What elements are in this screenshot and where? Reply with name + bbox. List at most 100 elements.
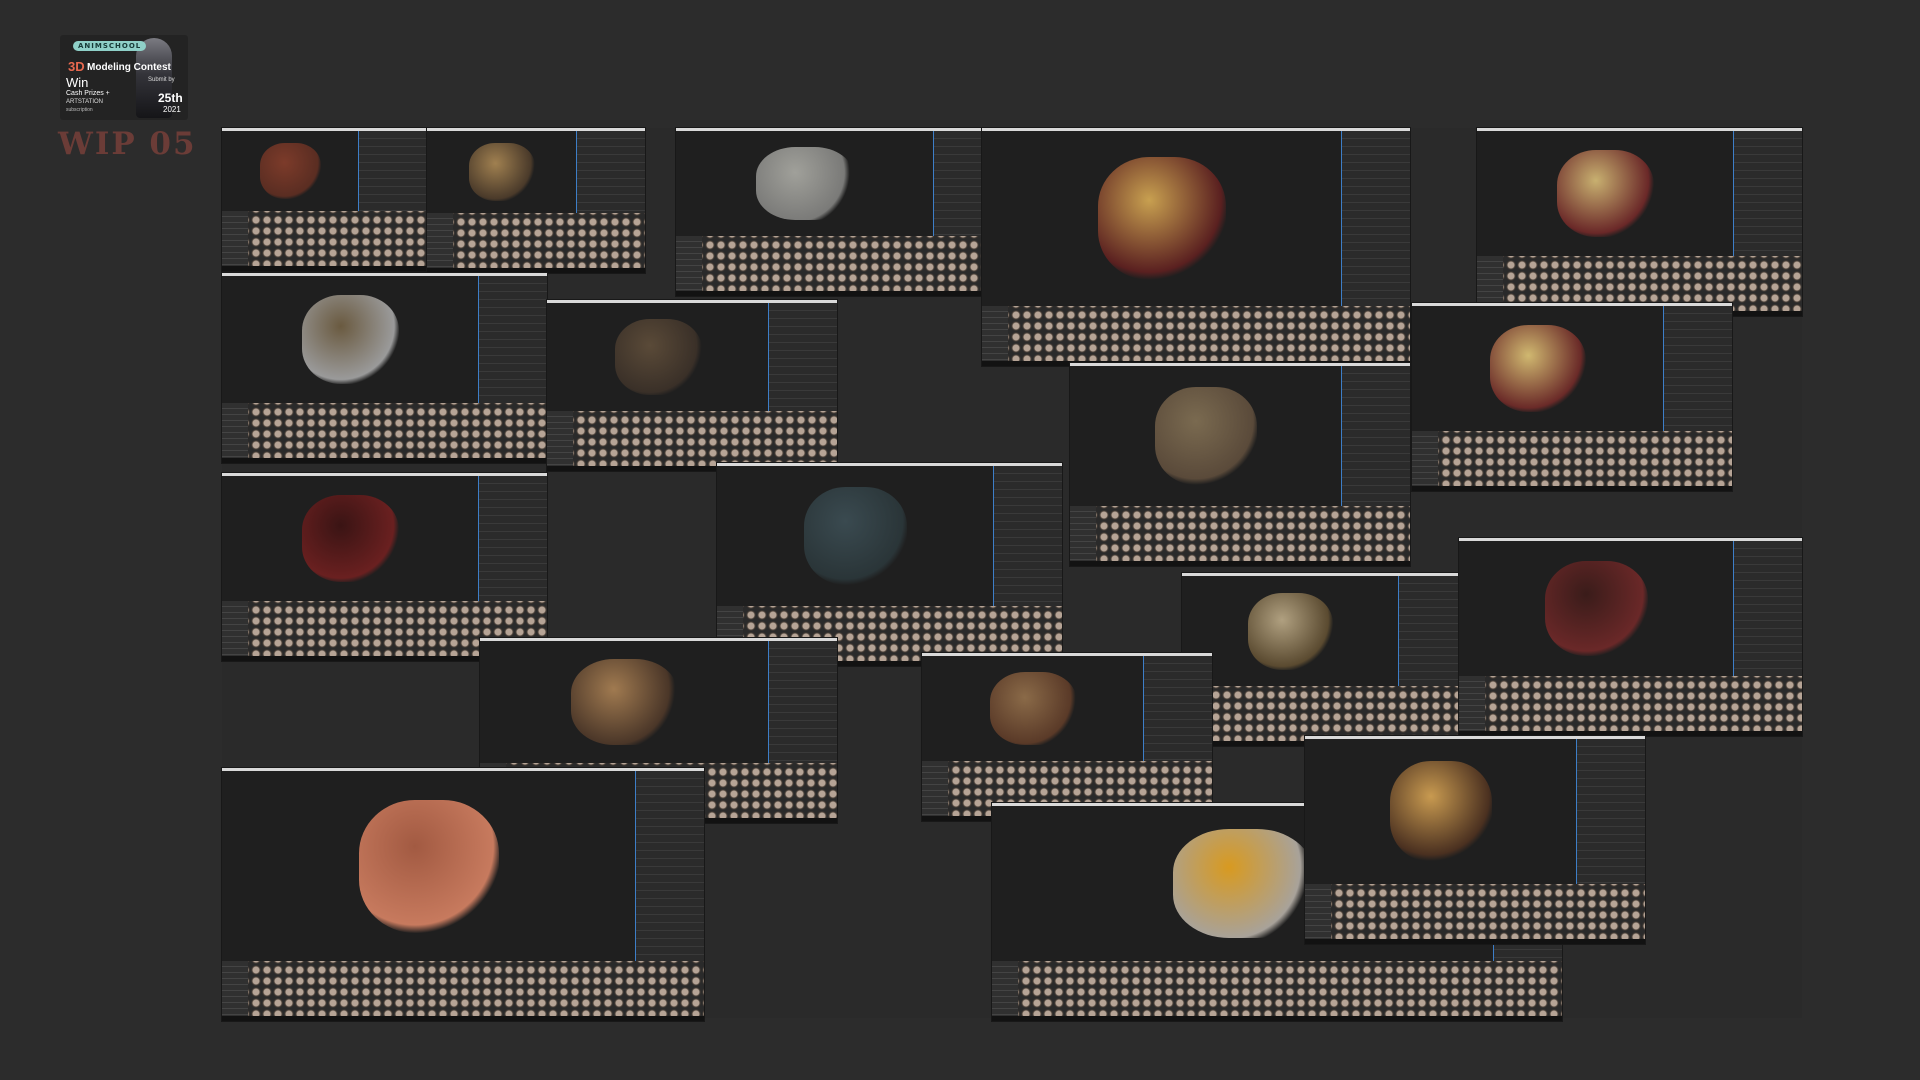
material-shelf — [676, 236, 1002, 296]
asset-hammer — [756, 146, 854, 221]
asset-arm-wrap-1 — [1556, 149, 1655, 238]
properties-panel — [768, 641, 837, 763]
viewport — [1459, 541, 1734, 676]
asset-chain-pad — [1155, 387, 1257, 485]
taskbar — [676, 291, 1002, 296]
viewport — [547, 303, 769, 411]
taskbar — [1070, 561, 1410, 566]
asset-cloth-pants — [803, 487, 908, 585]
viewport — [222, 276, 479, 403]
viewport — [480, 641, 769, 763]
properties-panel — [1733, 131, 1802, 256]
badge-artstation-sub: subscription — [66, 107, 93, 113]
screenshot-sling — [922, 653, 1212, 821]
screenshot-belt-ring — [427, 128, 645, 273]
material-shelf — [1070, 506, 1410, 566]
viewport — [1305, 739, 1577, 884]
screenshot-cloth-pants — [717, 463, 1062, 666]
screenshot-collage — [222, 128, 1802, 1021]
properties-panel — [635, 771, 704, 961]
material-shelf — [1412, 431, 1732, 491]
screenshot-straps-uv — [982, 128, 1410, 366]
screenshot-dagger — [1182, 573, 1467, 746]
properties-panel — [1341, 131, 1410, 306]
screenshot-chain-pad — [1070, 363, 1410, 566]
asset-belt-ring — [469, 143, 535, 201]
contest-badge: ANIMSCHOOL 3D Modeling Contest Win Submi… — [60, 35, 188, 120]
viewport — [1477, 131, 1734, 256]
asset-dwarf-sculpt — [1173, 829, 1313, 938]
viewport — [982, 131, 1342, 306]
properties-panel — [1143, 656, 1212, 761]
viewport — [717, 466, 994, 606]
screenshot-troll-render — [222, 768, 704, 1021]
material-shelf — [1459, 676, 1802, 736]
badge-day: 25th — [158, 91, 183, 105]
taskbar — [1412, 486, 1732, 491]
asset-sling — [989, 671, 1077, 746]
badge-submit: Submit by — [148, 77, 175, 83]
asset-belt-holster — [570, 659, 679, 745]
asset-bracer-small — [259, 143, 322, 199]
badge-year: 2021 — [163, 105, 181, 114]
viewport — [922, 656, 1144, 761]
asset-bracer-large — [1545, 561, 1648, 656]
material-shelf — [547, 411, 837, 471]
asset-dagger — [1247, 592, 1334, 670]
taskbar — [222, 458, 547, 463]
taskbar — [992, 1016, 1562, 1021]
asset-boots — [614, 319, 702, 395]
properties-panel — [1576, 739, 1645, 884]
screenshot-boots — [547, 300, 837, 471]
viewport — [222, 771, 636, 961]
material-shelf — [1305, 884, 1645, 944]
properties-panel — [358, 131, 427, 211]
screenshot-belt-rings — [1305, 736, 1645, 944]
taskbar — [222, 1016, 704, 1021]
badge-3d: 3D — [68, 59, 85, 74]
wip-heading: WIP 05 — [58, 126, 197, 162]
taskbar — [1305, 939, 1645, 944]
screenshot-fur-belt — [222, 273, 547, 463]
properties-panel — [478, 276, 547, 403]
badge-cash: Cash Prizes + — [66, 90, 110, 97]
viewport — [222, 476, 479, 601]
screenshot-red-gauntlet — [222, 473, 547, 661]
properties-panel — [478, 476, 547, 601]
viewport — [1070, 366, 1342, 506]
properties-panel — [993, 466, 1062, 606]
material-shelf — [222, 211, 427, 271]
properties-panel — [1398, 576, 1467, 686]
properties-panel — [1663, 306, 1732, 431]
material-shelf — [992, 961, 1562, 1021]
viewport — [222, 131, 359, 211]
screenshot-bracer-small — [222, 128, 427, 271]
screenshot-hammer — [676, 128, 1002, 296]
asset-red-gauntlet — [301, 494, 400, 583]
material-shelf — [427, 213, 645, 273]
properties-panel — [576, 131, 645, 213]
viewport — [427, 131, 577, 213]
badge-school: ANIMSCHOOL — [73, 41, 147, 51]
material-shelf — [982, 306, 1410, 366]
screenshot-bracer-large — [1459, 538, 1802, 736]
viewport — [1182, 576, 1399, 686]
screenshot-arm-wrap-2 — [1412, 303, 1732, 491]
viewport — [1412, 306, 1664, 431]
badge-win: Win — [66, 75, 89, 90]
asset-straps-uv — [1097, 157, 1227, 280]
screenshot-arm-wrap-1 — [1477, 128, 1802, 316]
viewport — [676, 131, 934, 236]
asset-arm-wrap-2 — [1490, 324, 1586, 413]
properties-panel — [768, 303, 837, 411]
material-shelf — [222, 403, 547, 463]
asset-belt-rings — [1390, 760, 1492, 863]
properties-panel — [1341, 366, 1410, 506]
taskbar — [222, 266, 427, 271]
asset-troll-render — [359, 799, 499, 933]
badge-artstation: ARTSTATION — [66, 99, 104, 105]
material-shelf — [222, 961, 704, 1021]
asset-fur-belt — [301, 295, 400, 384]
properties-panel — [1733, 541, 1802, 676]
badge-title: Modeling Contest — [87, 62, 171, 73]
